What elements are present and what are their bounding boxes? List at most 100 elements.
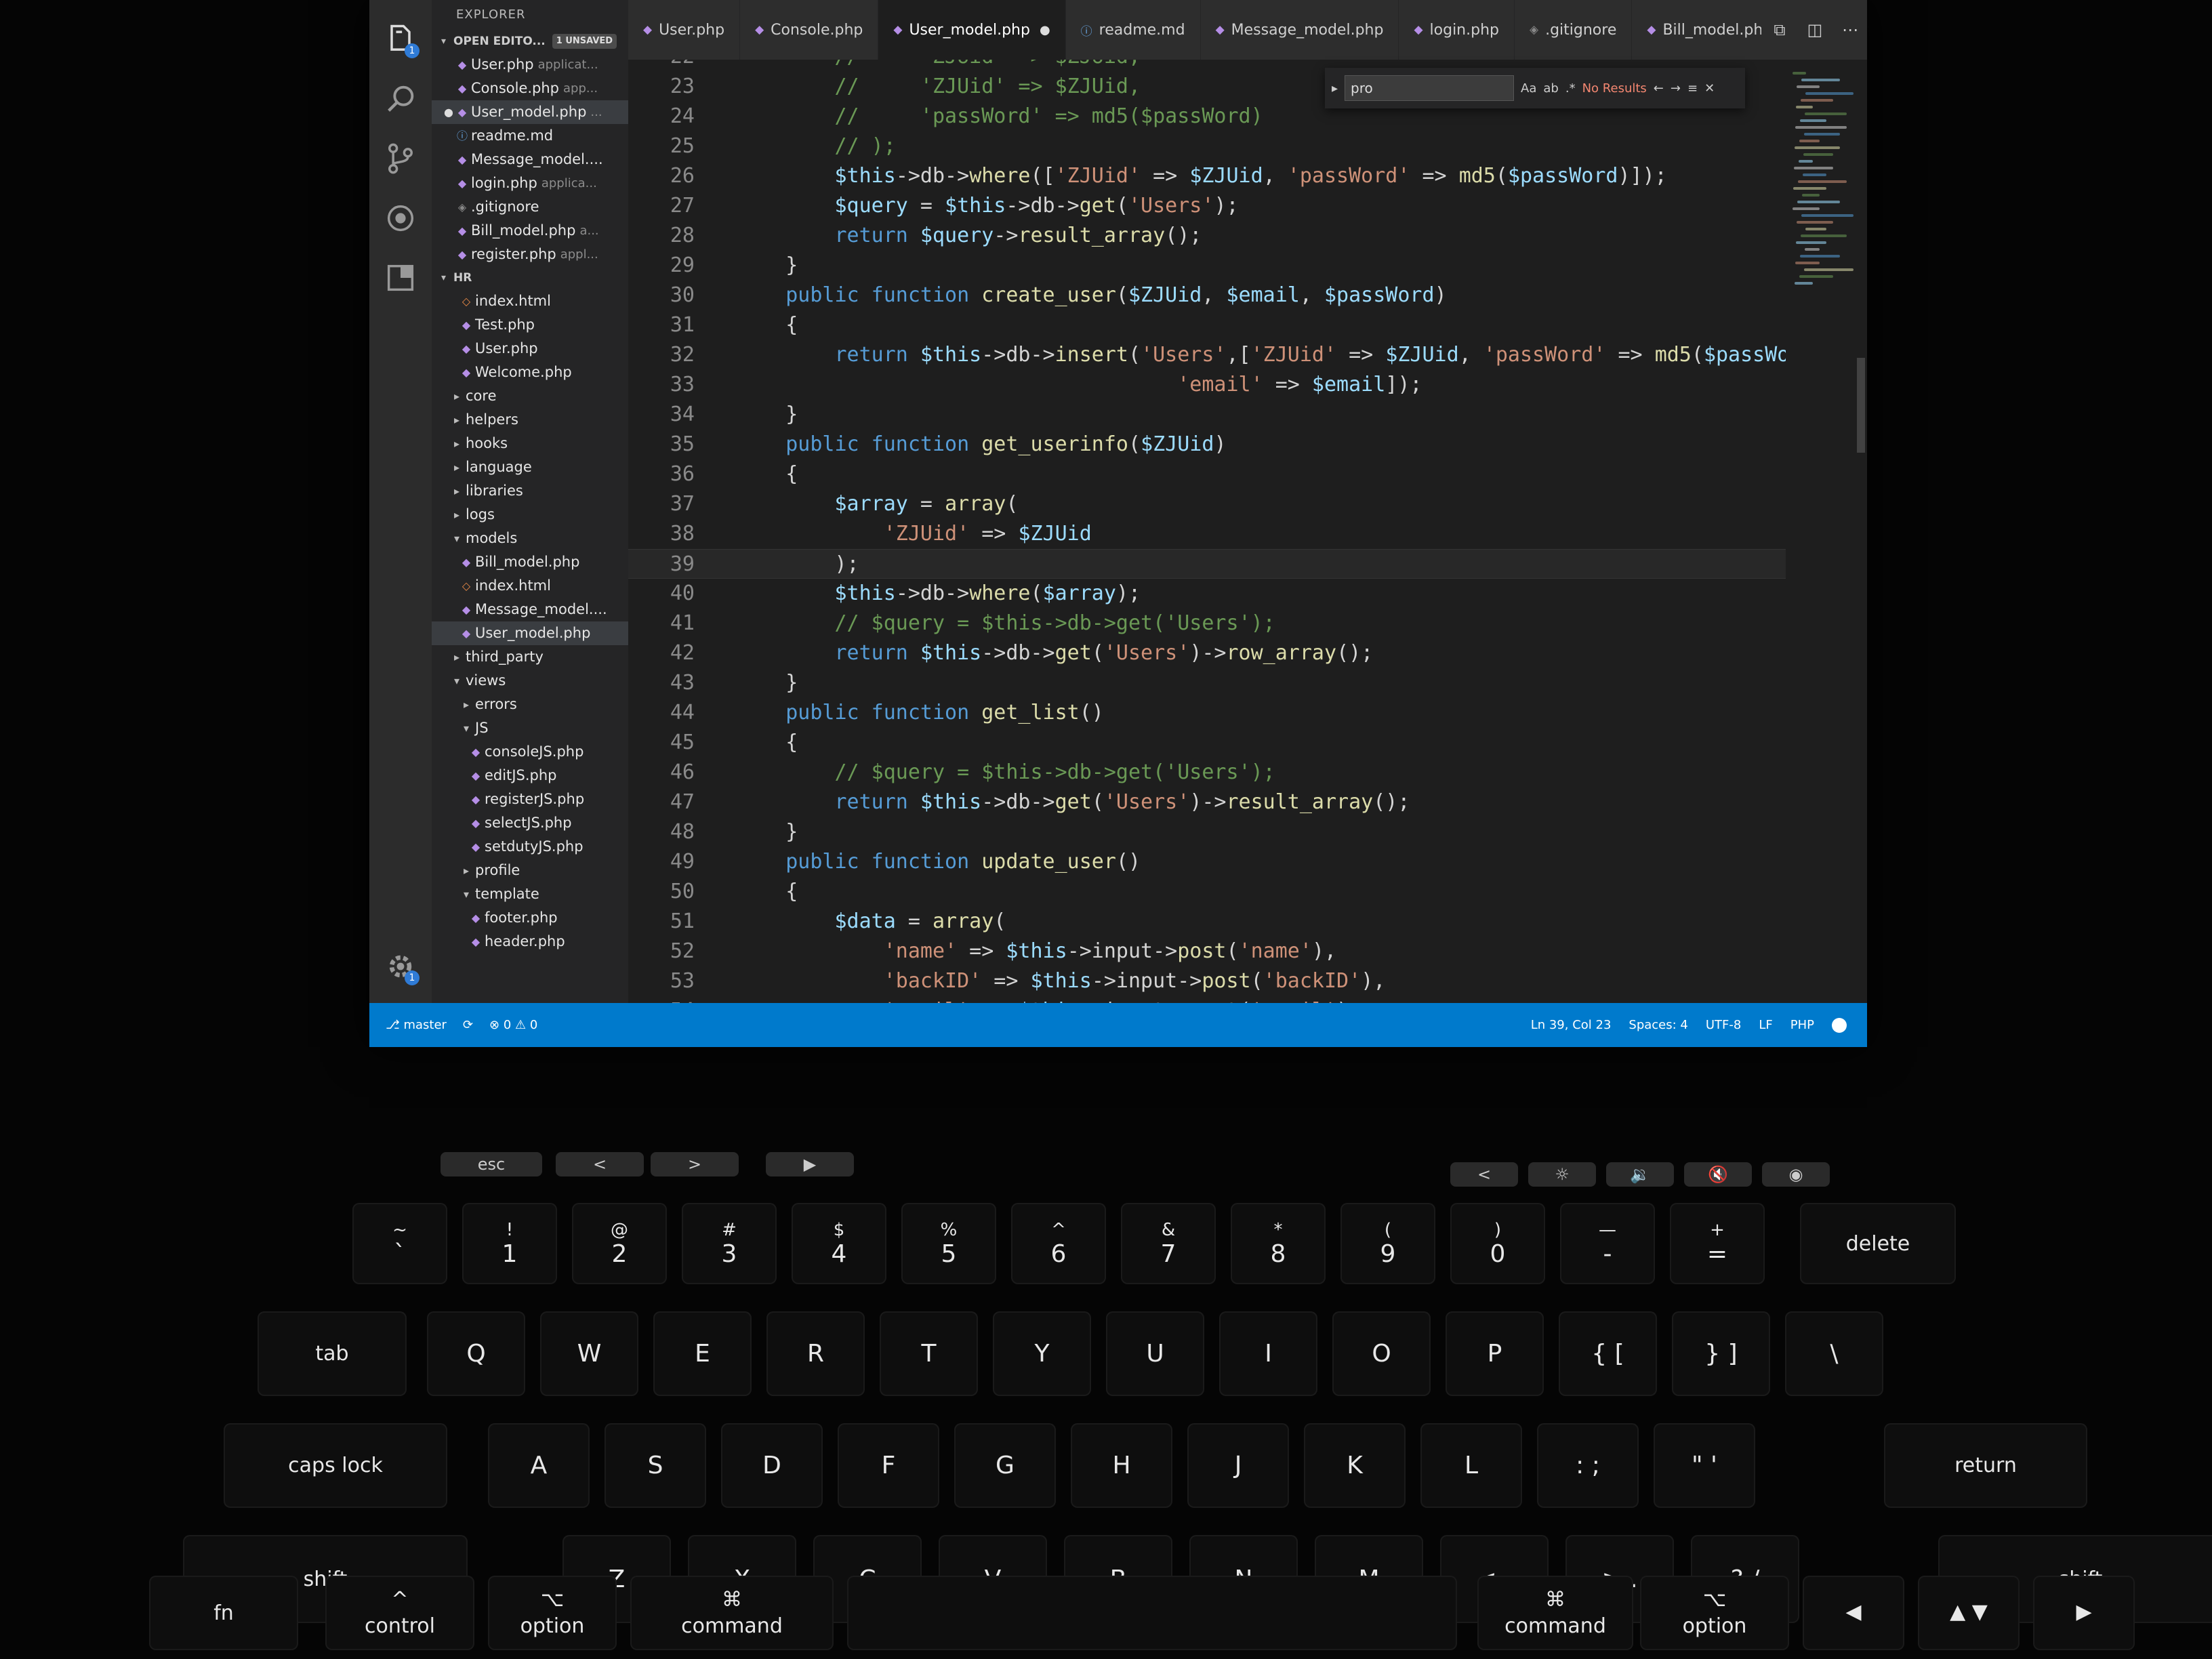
- touchbar-button[interactable]: ☼: [1528, 1162, 1596, 1187]
- key-H[interactable]: H: [1071, 1423, 1172, 1508]
- key-`[interactable]: ~ `: [352, 1203, 447, 1284]
- key-Y[interactable]: Y: [993, 1311, 1091, 1396]
- match-case-button[interactable]: Aa: [1521, 81, 1536, 96]
- editor-tab[interactable]: ◆ login.php: [1399, 0, 1515, 60]
- key-I[interactable]: I: [1219, 1311, 1317, 1396]
- editor-tab[interactable]: ◆ Console.php: [740, 0, 879, 60]
- code-editor[interactable]: 22 // 'ZJUid' => $ZJUid, 23 // 'ZJUid' =>…: [628, 60, 1786, 1003]
- previous-match-icon[interactable]: ←: [1654, 81, 1664, 96]
- file-item[interactable]: ◆ setdutyJS.php: [432, 835, 628, 859]
- scrollbar-thumb[interactable]: [1857, 358, 1865, 453]
- file-item[interactable]: ◆ Test.php: [432, 313, 628, 337]
- files-icon[interactable]: 1: [380, 19, 421, 60]
- touchbar-button[interactable]: 🔉: [1606, 1162, 1674, 1187]
- key-Q[interactable]: Q: [427, 1311, 525, 1396]
- end-of-line[interactable]: LF: [1759, 1018, 1772, 1032]
- key-G[interactable]: G: [954, 1423, 1056, 1508]
- folder-item[interactable]: ▸ profile: [432, 859, 628, 882]
- editor-tab[interactable]: ◆ User.php: [628, 0, 741, 60]
- open-editor-item[interactable]: ◆ Message_model....: [432, 148, 628, 171]
- folder-item[interactable]: ▾ template: [432, 882, 628, 906]
- control-key[interactable]: ^ control: [325, 1576, 474, 1650]
- problems-indicator[interactable]: ⊗ 0 ⚠ 0: [489, 1018, 537, 1032]
- folder-item[interactable]: ▾ JS: [432, 716, 628, 740]
- extensions-icon[interactable]: [380, 258, 421, 298]
- file-item[interactable]: ◆ Welcome.php: [432, 361, 628, 384]
- file-item[interactable]: ◆ Message_model....: [432, 598, 628, 621]
- file-item[interactable]: ◆ consoleJS.php: [432, 740, 628, 764]
- key-[interactable]: " ': [1654, 1423, 1755, 1508]
- toggle-replace-icon[interactable]: ▸: [1332, 81, 1338, 96]
- key-U[interactable]: U: [1106, 1311, 1204, 1396]
- editor-tab[interactable]: ◆ Message_model.php: [1200, 0, 1399, 60]
- key-O[interactable]: O: [1332, 1311, 1431, 1396]
- open-editor-item[interactable]: ◆ login.php applica...: [432, 171, 628, 195]
- touchbar-button[interactable]: <: [1450, 1162, 1518, 1187]
- touchbar-button[interactable]: >: [651, 1152, 739, 1176]
- next-match-icon[interactable]: →: [1671, 81, 1681, 96]
- key-4[interactable]: $4: [792, 1203, 886, 1284]
- file-item[interactable]: ◆ Bill_model.php: [432, 550, 628, 574]
- touchbar-button[interactable]: <: [556, 1152, 644, 1176]
- key-T[interactable]: T: [880, 1311, 978, 1396]
- language-mode[interactable]: PHP: [1790, 1018, 1814, 1032]
- encoding[interactable]: UTF-8: [1706, 1018, 1741, 1032]
- settings-gear-icon[interactable]: 1: [380, 946, 421, 987]
- key-\[interactable]: \: [1785, 1311, 1883, 1396]
- key-P[interactable]: P: [1446, 1311, 1544, 1396]
- caps-lock-key[interactable]: caps lock: [224, 1423, 447, 1508]
- more-actions-icon[interactable]: ⋯: [1840, 20, 1860, 40]
- editor-tab[interactable]: ⓘ readme.md: [1065, 0, 1201, 60]
- whole-word-button[interactable]: ab: [1543, 81, 1558, 96]
- key-9[interactable]: (9: [1340, 1203, 1435, 1284]
- split-editor-icon[interactable]: ◫: [1805, 20, 1825, 40]
- key-0[interactable]: ) 0: [1450, 1203, 1545, 1284]
- vertical-scrollbar[interactable]: [1855, 60, 1867, 1003]
- editor-tab[interactable]: ◆ User_model.php ●: [878, 0, 1066, 60]
- file-item[interactable]: ◆ User_model.php: [432, 621, 628, 645]
- key-E[interactable]: E: [653, 1311, 752, 1396]
- open-changes-icon[interactable]: ⧉: [1769, 20, 1790, 40]
- key-K[interactable]: K: [1304, 1423, 1406, 1508]
- touchbar-button[interactable]: ◉: [1762, 1162, 1830, 1187]
- open-editor-item[interactable]: ◆ register.php appl...: [432, 243, 628, 266]
- key-3[interactable]: #3: [682, 1203, 777, 1284]
- open-editor-item[interactable]: ● ◆ User_model.php...: [432, 100, 628, 124]
- command-key[interactable]: ⌘ command: [630, 1576, 834, 1650]
- key-}][interactable]: } ]: [1672, 1311, 1770, 1396]
- debug-icon[interactable]: [380, 198, 421, 239]
- editor-tab[interactable]: ◈ .gitignore: [1515, 0, 1633, 60]
- folder-item[interactable]: ▸ third_party: [432, 645, 628, 669]
- folder-item[interactable]: ▸ errors: [432, 693, 628, 716]
- delete-key[interactable]: delete: [1800, 1203, 1956, 1284]
- minimap[interactable]: [1793, 68, 1853, 312]
- key-=[interactable]: + =: [1670, 1203, 1765, 1284]
- key-5[interactable]: % 5: [901, 1203, 996, 1284]
- arrow-key[interactable]: ▲ ▼: [1918, 1576, 2020, 1650]
- space-bar[interactable]: [847, 1576, 1457, 1650]
- folder-item[interactable]: ▸ logs: [432, 503, 628, 527]
- key-L[interactable]: L: [1420, 1423, 1522, 1508]
- file-item[interactable]: ◆ User.php: [432, 337, 628, 361]
- key-W[interactable]: W: [540, 1311, 638, 1396]
- folder-item[interactable]: ▸ helpers: [432, 408, 628, 432]
- open-editor-item[interactable]: ◆ Console.php app...: [432, 77, 628, 100]
- search-icon[interactable]: [380, 79, 421, 119]
- key-A[interactable]: A: [488, 1423, 590, 1508]
- close-icon[interactable]: ✕: [1704, 81, 1715, 96]
- regex-button[interactable]: .*: [1565, 81, 1576, 96]
- folder-item[interactable]: ▸ libraries: [432, 479, 628, 503]
- find-in-selection-icon[interactable]: ≡: [1687, 81, 1698, 96]
- file-item[interactable]: ◆ selectJS.php: [432, 811, 628, 835]
- sync-icon[interactable]: ⟳: [463, 1018, 473, 1032]
- folder-item[interactable]: ▸ hooks: [432, 432, 628, 455]
- file-item[interactable]: ◆ footer.php: [432, 906, 628, 930]
- key-R[interactable]: R: [766, 1311, 865, 1396]
- open-editors-header[interactable]: ▾ OPEN EDITO... 1 UNSAVED: [432, 30, 628, 53]
- key-D[interactable]: D: [721, 1423, 823, 1508]
- key-2[interactable]: @2: [572, 1203, 667, 1284]
- file-item[interactable]: ◆ registerJS.php: [432, 787, 628, 811]
- option-key[interactable]: ⌥ option: [488, 1576, 617, 1650]
- key-6[interactable]: ^ 6: [1011, 1203, 1106, 1284]
- file-item[interactable]: ◇ index.html: [432, 289, 628, 313]
